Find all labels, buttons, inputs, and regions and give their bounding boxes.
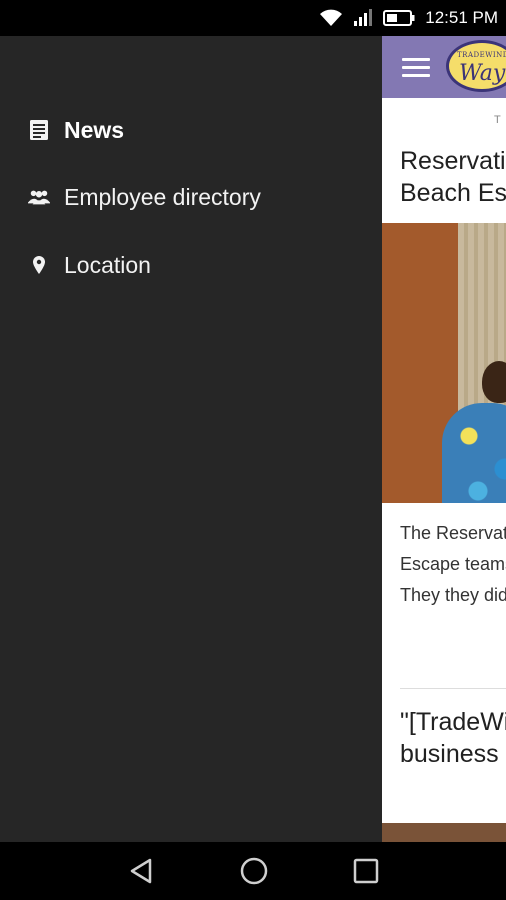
hamburger-menu-icon[interactable]: [400, 52, 432, 82]
article-photo: [382, 223, 506, 503]
status-icons: 12:51 PM: [319, 0, 498, 36]
logo-text: Way: [459, 61, 506, 86]
logo-text-top: TRADEWINDS: [457, 51, 506, 59]
home-icon[interactable]: [238, 855, 270, 887]
article-photo-secondary: [382, 823, 506, 842]
drawer-item-news[interactable]: News: [0, 102, 382, 158]
drawer-item-label: Location: [64, 251, 151, 278]
people-icon: [28, 186, 50, 208]
article-quote: "[TradeWinds to do business being the: [400, 708, 506, 768]
drawer-item-location[interactable]: Location: [0, 237, 382, 293]
signal-icon: [353, 9, 373, 27]
drawer-item-label: Employee directory: [64, 183, 261, 210]
back-icon[interactable]: [126, 855, 158, 887]
wifi-icon: [319, 9, 343, 27]
news-icon: [28, 119, 50, 141]
article-kicker: T: [494, 114, 503, 126]
photo-person: [442, 403, 506, 503]
status-bar: 12:51 PM: [0, 0, 506, 36]
photo-person-head: [482, 361, 506, 403]
drawer-item-label: News: [64, 116, 125, 143]
article-body: The Reservations Beach Escape teams and …: [400, 523, 506, 605]
recents-icon[interactable]: [350, 855, 382, 887]
article-title[interactable]: Reservations Beach Escape: [400, 145, 506, 209]
location-pin-icon: [28, 254, 50, 276]
navigation-drawer: News Employee directory Location: [0, 36, 382, 842]
drawer-item-employee-directory[interactable]: Employee directory: [0, 169, 382, 225]
tradewinds-logo: TRADEWINDS Way: [446, 40, 506, 92]
article-divider: [400, 688, 506, 689]
battery-icon: [383, 10, 415, 26]
article-card[interactable]: T Reservations Beach Escape The Reservat…: [382, 98, 506, 842]
system-nav-bar: [0, 842, 506, 900]
status-time: 12:51 PM: [425, 8, 498, 27]
